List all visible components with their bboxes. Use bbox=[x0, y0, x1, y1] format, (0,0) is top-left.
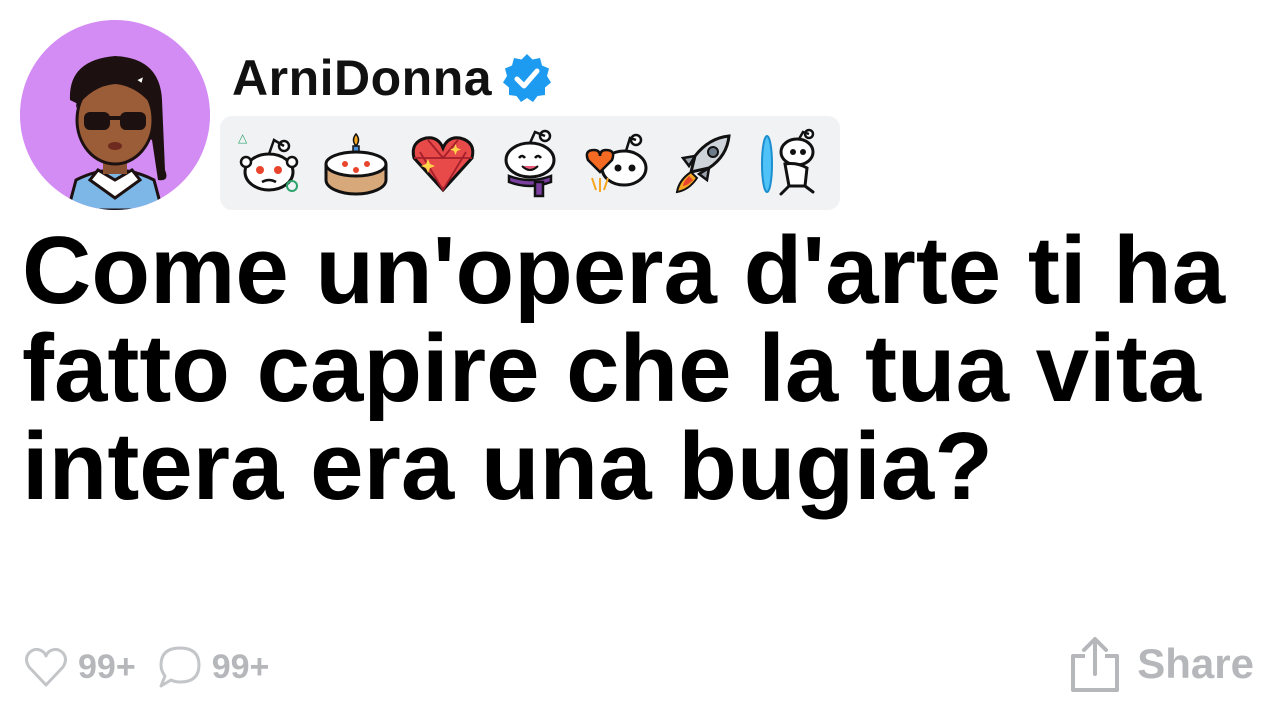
author-username[interactable]: ArniDonna bbox=[232, 53, 492, 103]
share-button[interactable]: Share bbox=[1067, 632, 1254, 696]
author-avatar[interactable] bbox=[20, 20, 210, 210]
badge-alien-heart[interactable] bbox=[580, 126, 654, 200]
reddit-alien-portal-icon bbox=[761, 128, 815, 196]
svg-text:△: △ bbox=[238, 131, 248, 145]
avatar-girl-sunglasses-icon bbox=[20, 20, 210, 210]
birthday-cake-icon bbox=[324, 132, 388, 196]
badge-birthday-cake[interactable] bbox=[319, 126, 393, 200]
like-count: 99+ bbox=[78, 647, 136, 686]
badge-alien-portal[interactable] bbox=[753, 126, 827, 200]
sparkle-heart-gem-icon bbox=[411, 136, 475, 193]
verified-check-icon bbox=[503, 54, 552, 102]
badge-rocket[interactable] bbox=[667, 126, 741, 200]
share-label: Share bbox=[1137, 640, 1254, 687]
reddit-alien-heart-icon bbox=[585, 133, 648, 192]
badge-alien-thinking[interactable]: △ bbox=[232, 126, 306, 200]
reddit-alien-thinking-icon: △ bbox=[238, 131, 299, 192]
post-card: ArniDonna △ Come un'opera d'arte ti ha f… bbox=[0, 0, 1280, 720]
comment-count: 99+ bbox=[211, 647, 270, 686]
share-upload-icon bbox=[1071, 637, 1120, 692]
achievement-badges: △ bbox=[220, 116, 840, 210]
rocket-icon bbox=[675, 134, 731, 194]
post-title[interactable]: Come un'opera d'arte ti ha fatto capire … bbox=[22, 222, 1272, 516]
author-row: ArniDonna bbox=[232, 46, 554, 110]
speech-bubble-icon[interactable] bbox=[156, 643, 204, 691]
badge-alien-scarf[interactable] bbox=[493, 126, 567, 200]
badge-sparkle-heart[interactable] bbox=[406, 126, 480, 200]
reddit-alien-scarf-icon bbox=[504, 129, 556, 198]
post-stats: 99+ 99+ bbox=[22, 640, 281, 694]
heart-outline-icon[interactable] bbox=[22, 643, 70, 691]
